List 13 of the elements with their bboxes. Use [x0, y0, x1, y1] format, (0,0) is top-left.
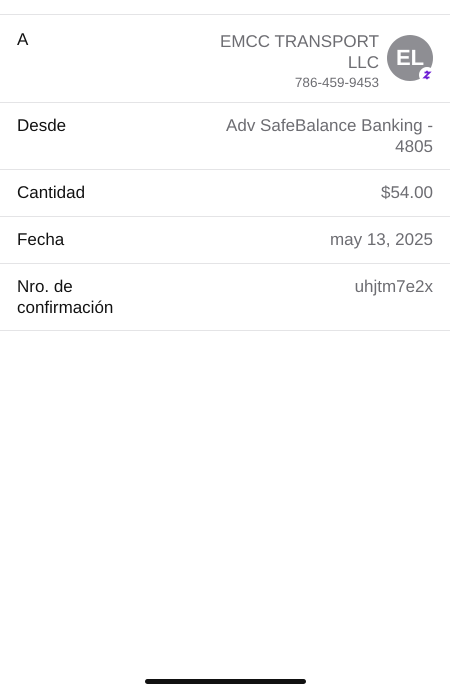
field-label: Cantidad — [17, 182, 86, 203]
recipient-name: EMCC TRANSPORT LLC — [218, 31, 379, 73]
field-label: A — [17, 29, 28, 50]
field-label: Desde — [17, 115, 66, 136]
recipient-phone: 786-459-9453 — [294, 75, 379, 90]
avatar: EL — [387, 35, 433, 81]
field-label: Fecha — [17, 229, 64, 250]
field-value: may 13, 2025 — [330, 229, 433, 250]
field-value: Adv SafeBalance Banking - 4805 — [225, 115, 433, 157]
field-value: $54.00 — [381, 182, 433, 203]
field-value: uhjtm7e2x — [354, 276, 433, 297]
field-label: Nro. de confirmación — [17, 276, 114, 318]
home-indicator[interactable] — [145, 679, 306, 684]
